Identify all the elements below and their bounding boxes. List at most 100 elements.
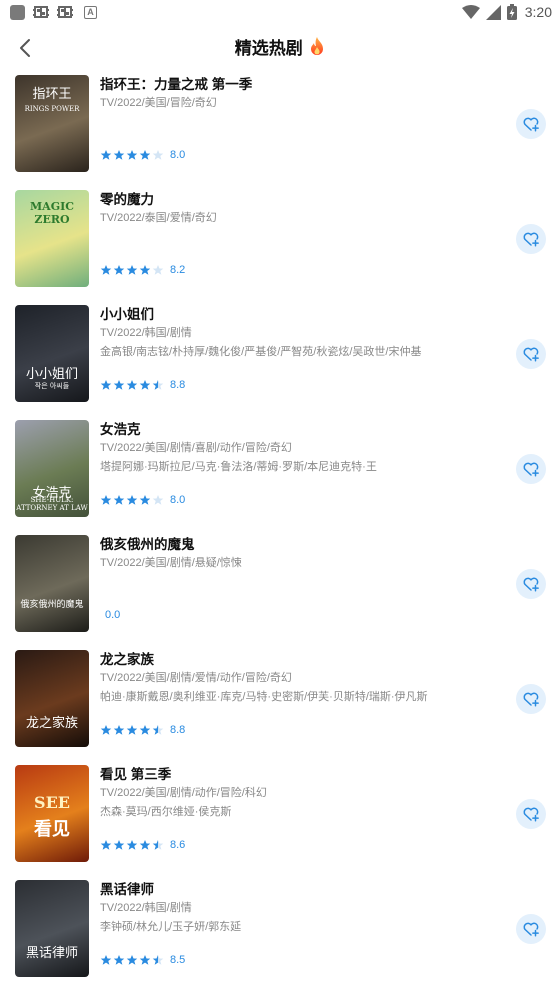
item-title[interactable]: 零的魔力 <box>100 191 500 209</box>
rating-score: 8.2 <box>170 264 186 276</box>
poster-title-text: 小小姐们 <box>25 367 78 382</box>
star-half-icon <box>152 380 164 390</box>
star-filled-icon <box>126 840 138 850</box>
add-favorite-button[interactable] <box>516 339 546 369</box>
item-info: 小小姐们 TV/2022/韩国/剧情金高银/南志铉/朴持厚/魏化俊/严基俊/严智苑… <box>100 305 500 359</box>
item-title[interactable]: 龙之家族 <box>100 651 500 669</box>
star-filled-icon <box>126 495 138 505</box>
item-cast: 帕迪·康斯戴恩/奥利维亚·库克/马特·史密斯/伊芙·贝斯特/瑞斯·伊凡斯 <box>100 691 428 703</box>
bug-icon <box>57 6 73 18</box>
item-meta: TV/2022/韩国/剧情 <box>100 327 192 339</box>
star-filled-icon <box>113 265 125 275</box>
add-favorite-button[interactable] <box>516 914 546 944</box>
poster-image[interactable]: 看见 SEE <box>15 765 89 862</box>
item-rating: 8.8 <box>100 378 185 392</box>
status-bar: A 3:20 <box>0 0 560 24</box>
list-item[interactable]: 俄亥俄州的魔鬼 俄亥俄州的魔鬼 TV/2022/美国/剧情/悬疑/惊悚 0.0 <box>0 535 560 635</box>
item-info: 女浩克 TV/2022/美国/剧情/喜剧/动作/冒险/奇幻 塔提阿娜·玛斯拉尼/马克… <box>100 420 500 474</box>
rating-stars <box>100 379 165 391</box>
list-item[interactable]: 龙之家族 龙之家族 TV/2022/美国/剧情/爱情/动作/冒险/奇幻 帕迪·康斯戴恩… <box>0 650 560 750</box>
star-filled-icon <box>100 380 112 390</box>
poster-image[interactable]: 女浩克 SHE-HULK: ATTORNEY AT LAW <box>15 420 89 517</box>
poster-image[interactable]: 小小姐们 작은 아씨들 <box>15 305 89 402</box>
star-filled-icon <box>139 840 151 850</box>
battery-charging-icon <box>506 4 517 20</box>
item-meta: TV/2022/美国/剧情/悬疑/惊悚 <box>100 557 242 569</box>
star-filled-icon <box>100 150 112 160</box>
list-item[interactable]: 指环王 RINGS POWER 指环王：力量之戒 第一季 TV/2022/美国/冒险/… <box>0 75 560 175</box>
star-filled-icon <box>126 955 138 965</box>
item-info: 俄亥俄州的魔鬼 TV/2022/美国/剧情/悬疑/惊悚 <box>100 535 500 570</box>
item-meta: TV/2022/泰国/爱情/奇幻 <box>100 212 217 224</box>
star-filled-icon <box>100 265 112 275</box>
list-item[interactable]: MAGIC ZERO 零的魔力 TV/2022/泰国/爱情/奇幻 8.2 <box>0 190 560 290</box>
poster-image[interactable]: 指环王 RINGS POWER <box>15 75 89 172</box>
poster-image[interactable]: 龙之家族 <box>15 650 89 747</box>
heart-plus-icon <box>523 117 539 132</box>
list-item[interactable]: 小小姐们 작은 아씨들 小小姐们 TV/2022/韩国/剧情 金高银/南志铉/朴持厚/魏… <box>0 305 560 405</box>
star-half-icon <box>152 955 164 965</box>
item-meta: TV/2022/美国/剧情/喜剧/动作/冒险/奇幻 <box>100 442 292 454</box>
item-rating: 8.8 <box>100 723 185 737</box>
star-filled-icon <box>100 840 112 850</box>
item-cast: 金高银/南志铉/朴持厚/魏化俊/严基俊/严智苑/秋瓷炫/吴政世/宋仲基 <box>100 346 422 358</box>
item-title[interactable]: 小小姐们 <box>100 306 500 324</box>
star-half-icon <box>152 725 164 735</box>
add-favorite-button[interactable] <box>516 109 546 139</box>
wifi-icon <box>461 5 480 19</box>
status-left-icons: A <box>10 4 97 20</box>
rating-score: 8.6 <box>170 839 186 851</box>
star-filled-icon <box>126 380 138 390</box>
poster-title-text: 龙之家族 <box>25 716 78 731</box>
rating-score: 8.8 <box>170 724 186 736</box>
item-rating: 8.2 <box>100 263 185 277</box>
add-favorite-button[interactable] <box>516 799 546 829</box>
poster-image[interactable]: 黑话律师 <box>15 880 89 977</box>
star-filled-icon <box>100 955 112 965</box>
item-title[interactable]: 黑话律师 <box>100 881 500 899</box>
poster-title-text: 看见 <box>34 819 70 840</box>
star-filled-icon <box>100 495 112 505</box>
heart-plus-icon <box>523 462 539 477</box>
rating-score: 8.0 <box>170 494 186 506</box>
poster-image[interactable]: 俄亥俄州的魔鬼 <box>15 535 89 632</box>
bug-icon <box>33 6 49 18</box>
heart-plus-icon <box>523 347 539 362</box>
heart-plus-icon <box>523 232 539 247</box>
poster-subtitle-text: 작은 아씨들 <box>34 382 70 390</box>
add-favorite-button[interactable] <box>516 454 546 484</box>
list-item[interactable]: 女浩克 SHE-HULK: ATTORNEY AT LAW 女浩克 TV/2022/美… <box>0 420 560 520</box>
item-title[interactable]: 指环王：力量之戒 第一季 <box>100 76 500 94</box>
poster-subtitle-text: SHE-HULK: ATTORNEY AT LAW <box>16 496 88 512</box>
heart-plus-icon <box>523 692 539 707</box>
item-cast: 李钟硕/林允儿/玉子妍/郭东延 <box>100 921 242 933</box>
item-title[interactable]: 俄亥俄州的魔鬼 <box>100 536 500 554</box>
item-meta: TV/2022/美国/冒险/奇幻 <box>100 97 217 109</box>
poster-title-text: MAGIC ZERO <box>29 200 74 226</box>
heart-plus-icon <box>523 922 539 937</box>
add-favorite-button[interactable] <box>516 684 546 714</box>
status-right-icons: 3:20 <box>456 2 552 22</box>
star-filled-icon <box>139 380 151 390</box>
rating-stars <box>100 494 165 506</box>
star-filled-icon <box>139 265 151 275</box>
rating-stars <box>100 724 165 736</box>
star-empty-icon <box>152 495 164 505</box>
list-item[interactable]: 看见 SEE 看见 第三季 TV/2022/美国/剧情/动作/冒险/科幻 杰森·莫玛/西… <box>0 765 560 865</box>
add-favorite-button[interactable] <box>516 569 546 599</box>
item-info: 看见 第三季 TV/2022/美国/剧情/动作/冒险/科幻 杰森·莫玛/西尔维娅·侯… <box>100 765 500 819</box>
star-half-icon <box>152 840 164 850</box>
item-rating: 8.0 <box>100 148 185 162</box>
list-item[interactable]: 黑话律师 黑话律师 TV/2022/韩国/剧情 李钟硕/林允儿/玉子妍/郭东延 8.5 <box>0 880 560 980</box>
add-favorite-button[interactable] <box>516 224 546 254</box>
item-title[interactable]: 女浩克 <box>100 421 500 439</box>
poster-title-text: 指环王 <box>32 87 72 102</box>
star-filled-icon <box>126 725 138 735</box>
star-filled-icon <box>113 380 125 390</box>
rating-stars <box>100 954 165 966</box>
item-meta: TV/2022/美国/剧情/动作/冒险/科幻 <box>100 787 267 799</box>
poster-image[interactable]: MAGIC ZERO <box>15 190 89 287</box>
star-filled-icon <box>126 265 138 275</box>
item-title[interactable]: 看见 第三季 <box>100 766 500 784</box>
star-filled-icon <box>139 150 151 160</box>
